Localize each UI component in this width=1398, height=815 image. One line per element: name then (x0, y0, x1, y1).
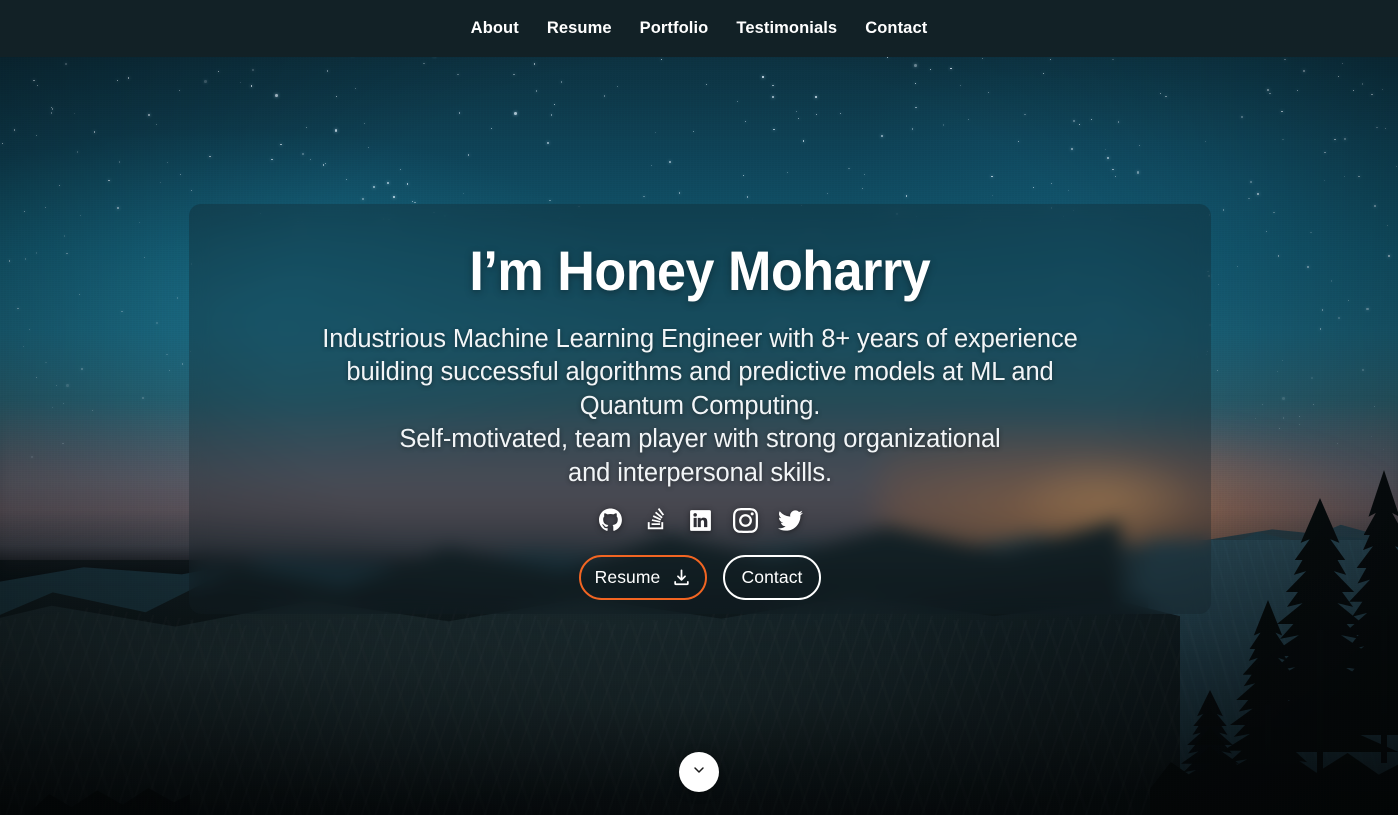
page-title: I’m Honey Moharry (469, 239, 931, 302)
page-root: About Resume Portfolio Testimonials Contact … (0, 0, 1398, 815)
contact-button-label: Contact (741, 567, 803, 588)
nav-link-contact[interactable]: Contact (851, 0, 941, 57)
hero-description-line: Industrious Machine Learning Engineer wi… (322, 324, 1078, 353)
hero-description-line: and interpersonal skills. (568, 458, 832, 487)
contact-button[interactable]: Contact (723, 555, 821, 601)
nav-link-resume[interactable]: Resume (533, 0, 626, 57)
instagram-icon[interactable] (732, 508, 758, 534)
stackoverflow-icon[interactable] (643, 508, 668, 533)
nav-link-portfolio[interactable]: Portfolio (626, 0, 723, 57)
github-icon[interactable] (598, 508, 623, 533)
hero-card: I’m Honey Moharry Industrious Machine Le… (189, 204, 1211, 614)
chevron-down-icon (691, 762, 707, 783)
twitter-icon[interactable] (777, 508, 803, 533)
resume-button-label: Resume (594, 567, 661, 588)
top-navigation-bar: About Resume Portfolio Testimonials Contact (0, 0, 1398, 57)
nav-link-testimonials[interactable]: Testimonials (722, 0, 851, 57)
hero-description-line: Quantum Computing. (579, 391, 821, 420)
hero-description: Industrious Machine Learning Engineer wi… (322, 323, 1078, 491)
download-icon (672, 568, 691, 587)
hero-description-line: building successful algorithms and predi… (346, 358, 1054, 387)
scroll-down-button[interactable] (679, 752, 719, 792)
social-links (598, 508, 803, 534)
linkedin-icon[interactable] (688, 508, 713, 533)
resume-button[interactable]: Resume (579, 555, 707, 601)
cta-button-row: Resume Contact (579, 555, 821, 601)
nav-link-about[interactable]: About (457, 0, 533, 57)
hero-description-line: Self-motivated, team player with strong … (399, 425, 1001, 454)
